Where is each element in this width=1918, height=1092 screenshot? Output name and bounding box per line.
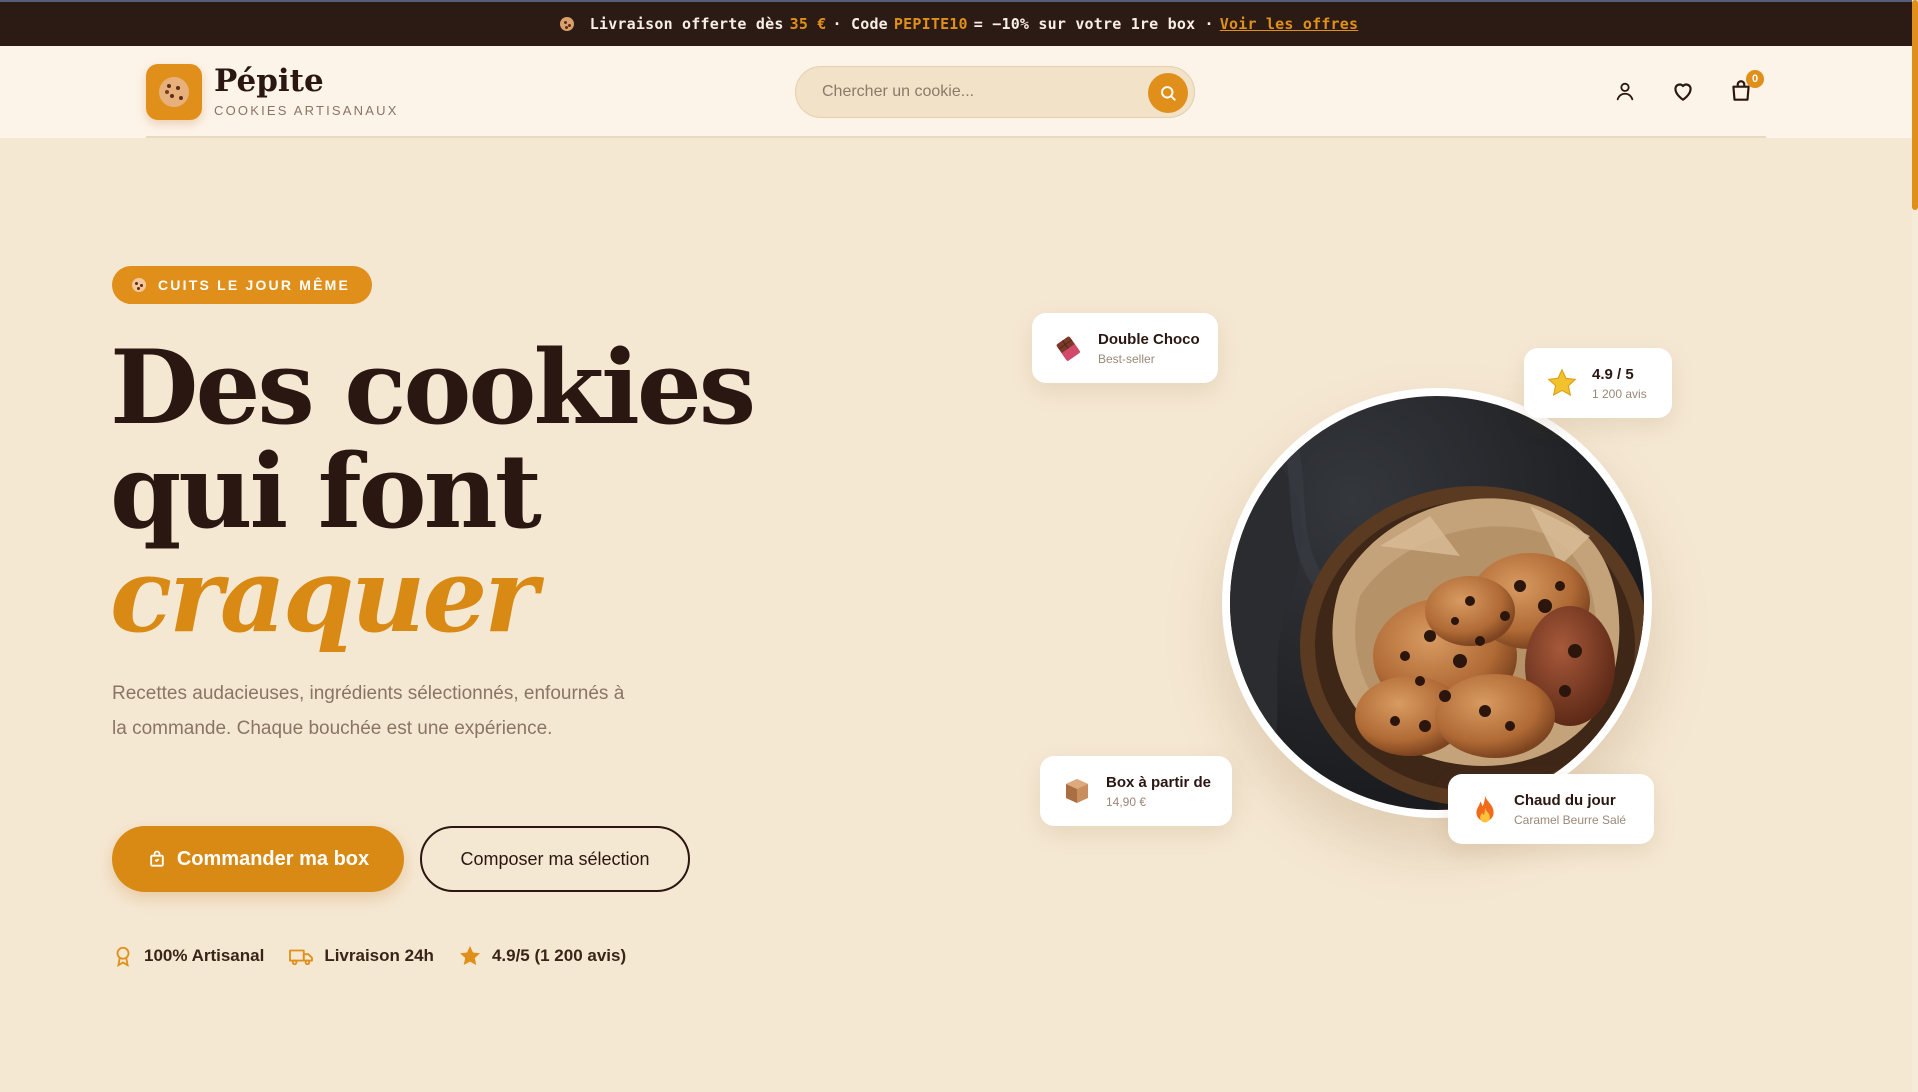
brand-name: Pépite [214,63,324,99]
hero-title: Des cookies qui font craquer [110,328,756,656]
chocolate-bar-icon [1056,336,1081,361]
announcement-text-3: = −10% sur votre 1re box · [973,15,1214,33]
search-bar [795,66,1195,118]
card-box-title: Box à partir de [1106,773,1212,791]
order-box-label: Commander ma box [176,847,370,870]
hero-title-line-2: qui font [110,432,542,552]
fresh-badge: CUITS LE JOUR MÊME [112,266,373,304]
card-rating-subtitle: 1 200 avis [1592,386,1647,401]
feature-artisanal: 100% Artisanal [112,944,264,968]
account-button[interactable] [1610,76,1640,106]
feature-rating: 4.9/5 (1 200 avis) [458,944,626,968]
card-hot-subtitle: Caramel Beurre Salé [1514,812,1627,827]
logo-badge [146,64,202,120]
hero-lead: Recettes audacieuses, ingrédients sélect… [112,683,625,739]
site-header: Pépite COOKIES ARTISANAUX 0 [0,46,1912,138]
flame-icon [1476,795,1494,823]
card-double-choco[interactable]: Double Choco Best-seller [1032,313,1218,383]
card-rating: 4.9 / 5 1 200 avis [1524,348,1672,418]
card-double-choco-subtitle: Best-seller [1098,351,1155,366]
wishlist-button[interactable] [1668,76,1698,106]
header-divider [146,136,1766,138]
heart-icon [1674,83,1692,101]
card-double-choco-title: Double Choco [1098,330,1200,348]
announcement-code: PEPITE10 [893,15,968,33]
cookie-icon [559,17,574,31]
brand-logo[interactable]: Pépite COOKIES ARTISANAUX [146,64,399,120]
announcement-amount: 35 € [789,15,827,33]
shopping-bag-icon [150,850,164,867]
card-box-subtitle: 14,90 € [1106,794,1147,809]
order-box-button[interactable]: Commander ma box [112,826,404,892]
card-rating-title: 4.9 / 5 [1592,365,1634,383]
product-image-frame [1222,388,1652,818]
search-input[interactable] [822,83,1122,101]
brand-tagline: COOKIES ARTISANAUX [214,103,399,118]
feature-list: 100% Artisanal Livraison 24h 4.9/5 (1 20… [112,944,626,968]
hero-title-line-1: Des cookies [110,328,756,448]
feature-delivery: Livraison 24h [288,944,434,968]
star-icon [1547,368,1577,397]
truck-icon [289,949,314,966]
fresh-badge-label: CUITS LE JOUR MÊME [158,277,351,293]
scrollbar-thumb[interactable] [1912,0,1918,210]
search-button[interactable] [1148,73,1188,113]
page-scrollbar[interactable] [1912,0,1918,1092]
search-icon [1161,86,1176,101]
star-icon [459,946,480,966]
user-icon [1616,82,1634,101]
announcement-text-2: · Code [832,15,888,33]
box-icon [1066,779,1088,803]
card-box-price[interactable]: Box à partir de 14,90 € [1040,756,1232,826]
cookie-logo-icon [159,77,189,107]
feature-artisanal-label: 100% Artisanal [144,946,265,965]
compose-selection-button[interactable]: Composer ma sélection [420,826,690,892]
cookies-bowl-image [1230,396,1644,810]
cookie-icon [132,278,146,292]
offers-link[interactable]: Voir les offres [1220,15,1358,33]
cart-count-badge: 0 [1746,70,1764,88]
cart-button[interactable]: 0 [1726,70,1764,106]
card-hot-of-the-day[interactable]: Chaud du jour Caramel Beurre Salé [1448,774,1654,844]
feature-delivery-label: Livraison 24h [324,946,434,965]
announcement-text-1: Livraison offerte dès [589,15,784,33]
hero-title-accent: craquer [110,536,538,656]
feature-rating-label: 4.9/5 (1 200 avis) [491,946,627,965]
cookies-photo [1230,396,1644,810]
award-icon [116,946,130,968]
announcement-bar: Livraison offerte dès 35 € · Code PEPITE… [0,0,1918,46]
card-hot-title: Chaud du jour [1514,791,1616,809]
